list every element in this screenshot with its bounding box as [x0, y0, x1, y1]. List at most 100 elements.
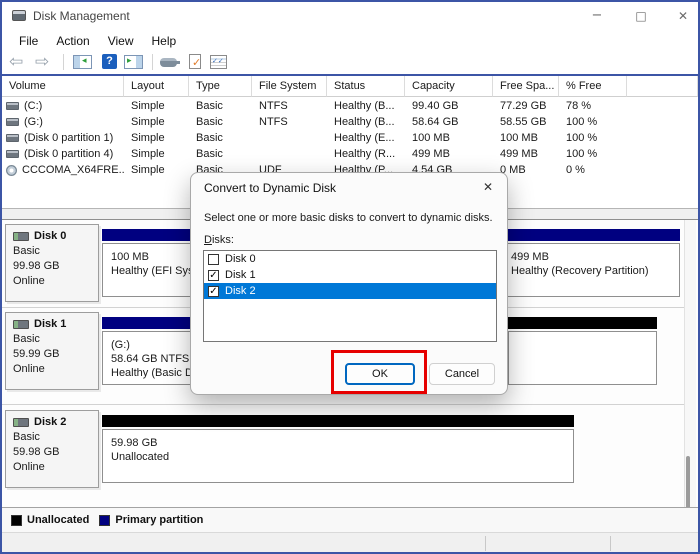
- volume-rows: (C:) SimpleBasicNTFSHealthy (B...99.40 GB…: [2, 98, 698, 178]
- column-header-type[interactable]: Type: [189, 76, 252, 97]
- disk-size: 59.99 GB: [13, 347, 98, 362]
- volume-row[interactable]: (C:)SimpleBasicNTFSHealthy (B...99.40 GB…: [2, 98, 698, 114]
- partition-box[interactable]: 499 MBHealthy (Recovery Partition): [502, 229, 680, 297]
- volume-cell-layout: Simple: [124, 130, 189, 146]
- legend-swatch: [11, 515, 22, 526]
- volume-cell-status: Healthy (B...: [327, 114, 405, 130]
- volume-row[interactable]: (Disk 0 partition 4) SimpleBasic Healthy (…: [2, 146, 698, 162]
- toolbar-separator: [63, 54, 64, 70]
- volume-cell-pct: 100 %: [559, 130, 627, 146]
- check-document-icon[interactable]: [189, 54, 201, 69]
- dialog-disk-item[interactable]: Disk 0: [204, 251, 496, 267]
- volume-cell-type: Basic: [189, 130, 252, 146]
- volume-icon: [6, 118, 19, 126]
- dialog-disk-item[interactable]: ✓ Disk 1: [204, 267, 496, 283]
- legend-items: UnallocatedPrimary partition: [11, 514, 203, 526]
- volume-name: CCCOMA_X64FRE...: [22, 162, 124, 178]
- volume-icon: [6, 102, 19, 110]
- toolbar-separator: [152, 54, 153, 70]
- partition-box[interactable]: [508, 317, 657, 385]
- dialog-disk-item[interactable]: ✓Disk 2: [204, 283, 496, 299]
- volume-row[interactable]: (Disk 0 partition 1)SimpleBasicHealthy (…: [2, 130, 698, 146]
- dialog-close-icon[interactable]: [483, 180, 493, 194]
- disks-listbox[interactable]: Disk 0 ✓ Disk 1 ✓Disk 2: [203, 250, 497, 342]
- partition-status-bar: [508, 317, 657, 329]
- status-bar: [2, 532, 698, 552]
- disk-size: 59.98 GB: [13, 445, 98, 460]
- dialog-disk-label: Disk 0: [225, 253, 256, 265]
- minimize-icon[interactable]: [584, 5, 610, 27]
- column-header-pct-free[interactable]: % Free: [559, 76, 627, 97]
- disk-management-window: Disk Management File Action View Help Vo…: [0, 0, 700, 554]
- partition-text: 59.98 GB: [111, 436, 573, 450]
- checkbox-checked-icon[interactable]: ✓: [208, 270, 219, 281]
- vertical-scrollbar[interactable]: [684, 220, 696, 507]
- partition-box[interactable]: 59.98 GBUnallocated: [102, 415, 574, 483]
- dialog-title: Convert to Dynamic Disk: [204, 181, 336, 195]
- disk-label-panel[interactable]: Disk 1Basic59.99 GBOnline: [5, 312, 99, 390]
- volume-table-header: Volume Layout Type File System Status Ca…: [2, 76, 698, 97]
- column-header-free-space[interactable]: Free Spa...: [493, 76, 559, 97]
- checkbox-checked-icon[interactable]: ✓: [208, 286, 219, 297]
- checkbox-icon[interactable]: [208, 254, 219, 265]
- volume-icon: [6, 134, 19, 142]
- toolbar: [2, 51, 698, 74]
- close-icon[interactable]: [670, 5, 696, 27]
- menu-view[interactable]: View: [100, 32, 144, 50]
- volume-cell-free: 58.55 GB: [493, 114, 559, 130]
- disk-label-panel[interactable]: Disk 2Basic59.98 GBOnline: [5, 410, 99, 488]
- column-header-capacity[interactable]: Capacity: [405, 76, 493, 97]
- volume-cell-fs: NTFS: [252, 114, 327, 130]
- volume-cell-status: Healthy (R...: [327, 146, 405, 162]
- menu-file[interactable]: File: [11, 32, 48, 50]
- convert-to-dynamic-disk-dialog: Convert to Dynamic Disk Select one or mo…: [190, 172, 508, 395]
- disk-status: Online: [13, 362, 98, 377]
- help-icon[interactable]: [102, 54, 117, 69]
- column-header-status[interactable]: Status: [327, 76, 405, 97]
- volume-name: (Disk 0 partition 4): [24, 146, 113, 162]
- volume-cell-type: Basic: [189, 146, 252, 162]
- volume-cell-layout: Simple: [124, 146, 189, 162]
- forward-arrow-icon[interactable]: [35, 53, 49, 71]
- column-header-volume[interactable]: Volume: [2, 76, 124, 97]
- ok-button[interactable]: OK: [345, 363, 415, 385]
- legend-item: Unallocated: [11, 514, 89, 526]
- disk-label-panel[interactable]: Disk 0Basic99.98 GBOnline: [5, 224, 99, 302]
- disk-drive-icon: [13, 232, 29, 241]
- disk-name: Disk 1: [34, 318, 66, 330]
- volume-cell-pct: 100 %: [559, 146, 627, 162]
- checklist-icon[interactable]: [210, 55, 227, 69]
- partition-text: Unallocated: [111, 450, 573, 464]
- column-header-file-system[interactable]: File System: [252, 76, 327, 97]
- disk-status: Online: [13, 460, 98, 475]
- back-arrow-icon[interactable]: [9, 53, 23, 71]
- column-header-blank: [627, 76, 698, 97]
- cd-icon: [6, 165, 17, 176]
- volume-cell-free: 77.29 GB: [493, 98, 559, 114]
- volume-row[interactable]: (G:)SimpleBasicNTFSHealthy (B...58.64 GB…: [2, 114, 698, 130]
- partition-status-bar: [502, 229, 680, 241]
- disk-drive-icon: [13, 320, 29, 329]
- menu-help[interactable]: Help: [144, 32, 187, 50]
- disk-size: 99.98 GB: [13, 259, 98, 274]
- volume-cell-layout: Simple: [124, 162, 189, 178]
- partition-text: 499 MB: [511, 250, 679, 264]
- maximize-icon[interactable]: [628, 5, 654, 27]
- volume-cell-fs: [252, 130, 327, 146]
- disk-row-separator: [2, 404, 686, 405]
- column-header-layout[interactable]: Layout: [124, 76, 189, 97]
- dialog-disk-label: Disk 1: [225, 269, 256, 281]
- statusbar-separator: [485, 536, 486, 551]
- console-tree-icon[interactable]: [73, 55, 92, 69]
- cancel-button[interactable]: Cancel: [429, 363, 495, 385]
- partition-text: Healthy (Recovery Partition): [511, 264, 679, 278]
- volume-cell-capacity: 100 MB: [405, 130, 493, 146]
- volume-name: (C:): [24, 98, 42, 114]
- partition-status-bar: [102, 415, 574, 427]
- disk-kind: Basic: [13, 430, 98, 445]
- volume-cell-capacity: 99.40 GB: [405, 98, 493, 114]
- menu-action[interactable]: Action: [48, 32, 99, 50]
- disks-label: Disks:: [204, 234, 234, 246]
- action-pane-icon[interactable]: [124, 55, 143, 69]
- gauge-icon[interactable]: [160, 58, 177, 67]
